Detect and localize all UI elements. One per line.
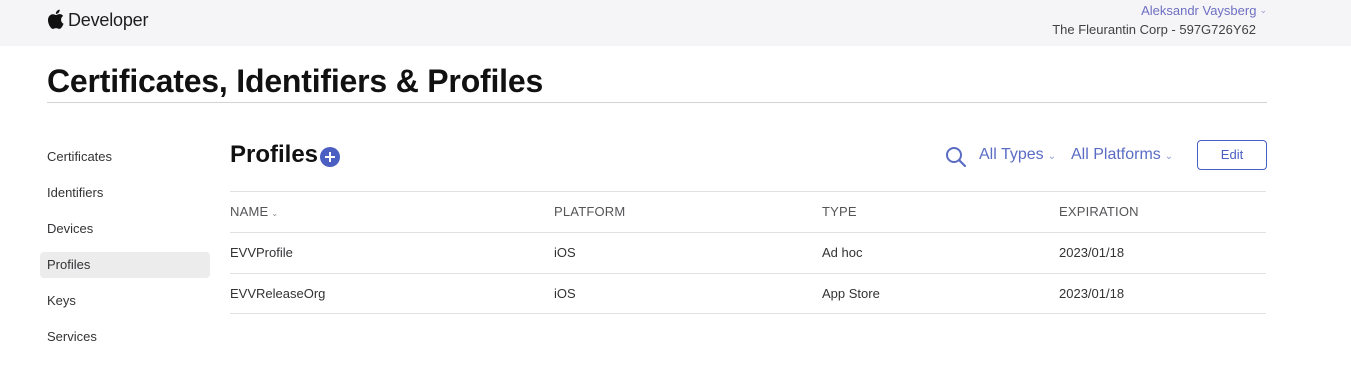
chevron-down-icon: ⌄ [1164,150,1174,162]
sidebar-item-profiles[interactable]: Profiles [40,252,210,278]
table-row[interactable]: EVVProfile iOS Ad hoc 2023/01/18 [230,232,1266,273]
platform-filter-label: All Platforms [1071,146,1161,163]
table-header-row: NAME ⌄ PLATFORM TYPE EXPIRATION [230,191,1266,232]
page-title: Certificates, Identifiers & Profiles [47,63,544,99]
table-row[interactable]: EVVReleaseOrg iOS App Store 2023/01/18 [230,273,1266,314]
team-name: The Fleurantin Corp - 597G726Y62 [1052,22,1256,37]
column-header-label: NAME [230,204,269,219]
profile-platform: iOS [554,245,576,260]
type-filter-dropdown[interactable]: All Types ⌄ [979,146,1056,164]
chevron-down-icon: ⌄ [271,209,279,218]
profile-name[interactable]: EVVProfile [230,233,293,273]
profile-name[interactable]: EVVReleaseOrg [230,274,325,314]
title-divider [47,102,1267,103]
apple-logo-icon [47,9,64,29]
edit-button[interactable]: Edit [1197,140,1267,170]
chevron-down-icon: ⌄ [1259,5,1267,15]
type-filter-label: All Types [979,146,1044,163]
profiles-table: NAME ⌄ PLATFORM TYPE EXPIRATION EVVProfil… [230,191,1266,314]
sidebar-item-services[interactable]: Services [40,324,210,350]
user-menu-button[interactable]: Aleksandr Vaysberg ⌄ [1141,3,1267,18]
section-title: Profiles [230,141,319,168]
column-header-name[interactable]: NAME ⌄ [230,192,278,234]
profile-expiration: 2023/01/18 [1059,286,1125,301]
profile-type: App Store [822,286,880,301]
account-menu: Aleksandr Vaysberg ⌄ The Fleurantin Corp… [1052,2,1267,37]
chevron-down-icon: ⌄ [1047,150,1057,162]
column-header-expiration[interactable]: EXPIRATION [1059,192,1139,232]
sidebar-item-devices[interactable]: Devices [40,216,210,242]
sidebar-item-identifiers[interactable]: Identifiers [40,180,210,206]
profile-platform: iOS [554,286,576,301]
sidebar-nav: Certificates Identifiers Devices Profile… [40,144,210,360]
column-header-type[interactable]: TYPE [822,192,857,232]
top-navigation-bar: Developer Aleksandr Vaysberg ⌄ The Fleur… [0,0,1351,46]
brand-label: Developer [68,10,149,30]
sidebar-item-certificates[interactable]: Certificates [40,144,210,170]
sidebar-item-keys[interactable]: Keys [40,288,210,314]
column-header-platform[interactable]: PLATFORM [554,192,625,232]
profile-type: Ad hoc [822,245,863,260]
add-profile-button[interactable] [320,147,340,167]
profile-expiration: 2023/01/18 [1059,245,1125,260]
search-button[interactable] [945,146,967,168]
platform-filter-dropdown[interactable]: All Platforms ⌄ [1071,146,1173,164]
developer-home-link[interactable]: Developer [47,8,149,30]
search-icon [946,147,967,168]
user-name: Aleksandr Vaysberg [1141,3,1257,18]
